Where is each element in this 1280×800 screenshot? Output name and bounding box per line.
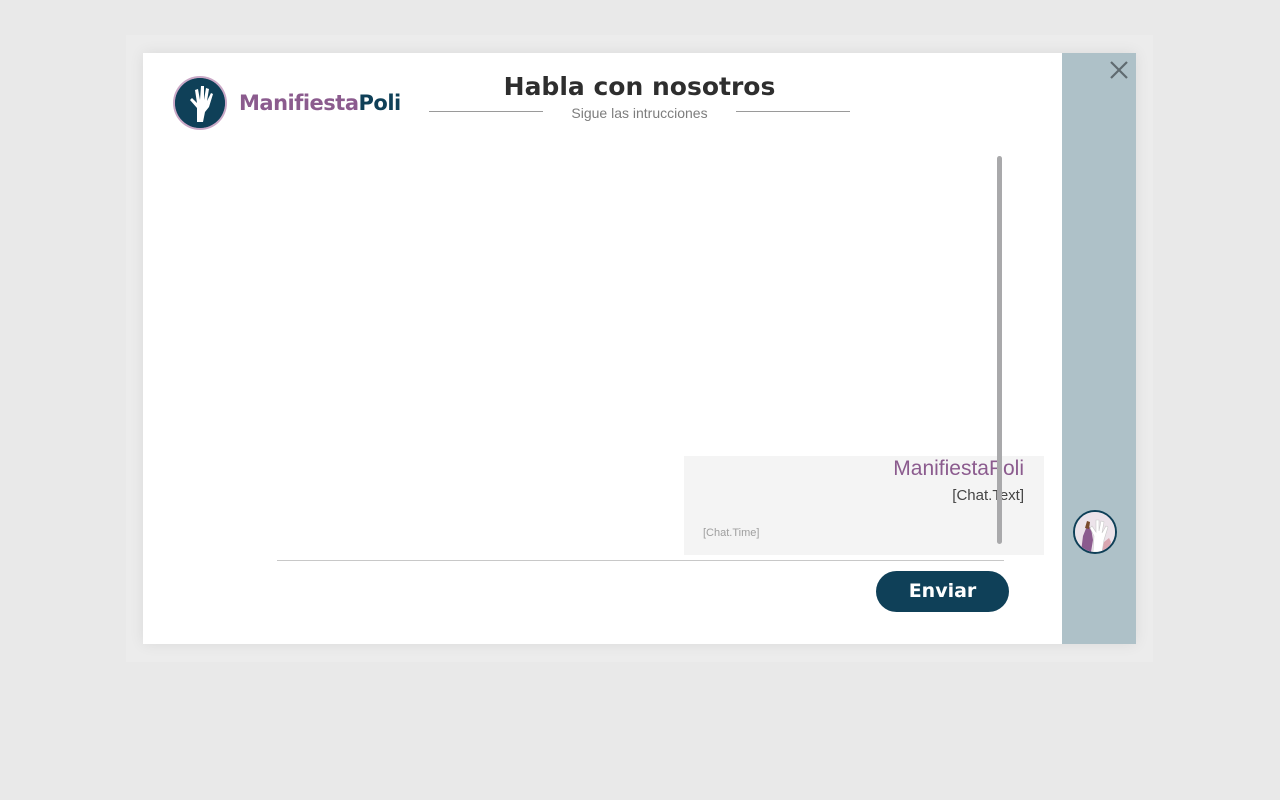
subtitle-row: Sigue las intrucciones <box>429 103 850 123</box>
close-icon <box>1110 61 1128 79</box>
brand-name-part1: Manifiesta <box>239 91 359 115</box>
side-panel <box>1062 53 1136 644</box>
chat-messages[interactable]: ManifiestaPoli [Chat.Text] [Chat.Time] <box>277 156 1117 555</box>
hands-avatar-icon <box>1073 510 1117 554</box>
composer-divider <box>277 560 1004 561</box>
brand-name-part2: Poli <box>358 91 402 115</box>
message-text: [Chat.Text] <box>952 487 1024 504</box>
chat-dialog: ManifiestaPoli Habla con nosotros Sigue … <box>143 53 1136 644</box>
message-sender: ManifiestaPoli <box>893 457 1024 480</box>
brand-name: ManifiestaPoli <box>239 91 401 115</box>
chat-scrollbar[interactable] <box>997 156 1002 544</box>
page-title: Habla con nosotros <box>503 72 776 101</box>
message-time: [Chat.Time] <box>703 527 760 539</box>
subtitle-divider-left <box>429 111 543 112</box>
close-button[interactable] <box>1108 59 1130 81</box>
raised-hand-icon <box>175 78 225 128</box>
send-button[interactable]: Enviar <box>876 571 1009 612</box>
dialog-header: Habla con nosotros Sigue las intruccione… <box>429 71 850 123</box>
chat-message-bubble: ManifiestaPoli [Chat.Text] [Chat.Time] <box>684 456 1044 555</box>
subtitle-divider-right <box>736 111 850 112</box>
page-subtitle: Sigue las intrucciones <box>571 105 708 121</box>
brand-logo: ManifiestaPoli <box>175 78 401 128</box>
